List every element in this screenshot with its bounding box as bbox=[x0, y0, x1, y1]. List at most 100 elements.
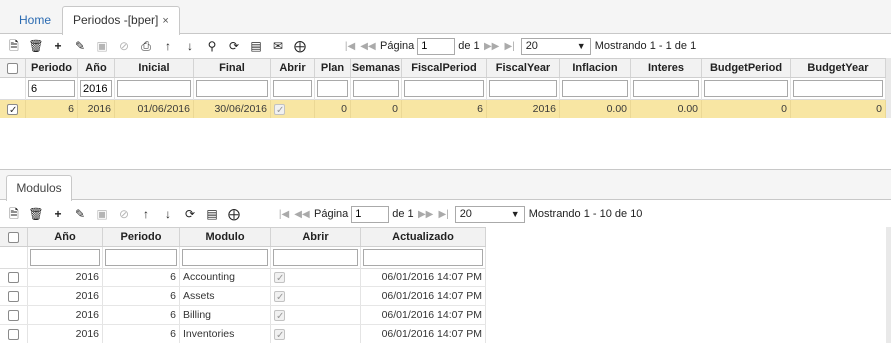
periodos-grid-empty-area bbox=[0, 118, 891, 169]
more-icon[interactable]: ⨁ bbox=[289, 35, 311, 57]
save-icon[interactable]: ▣ bbox=[91, 203, 113, 225]
cell-abrir-checkbox bbox=[274, 308, 285, 324]
modulos-filter-row bbox=[0, 247, 486, 269]
prev-page-icon[interactable]: ◀◀ bbox=[359, 41, 377, 52]
edit-icon[interactable]: ✎ bbox=[69, 35, 91, 57]
column-fiscal-year[interactable]: FiscalYear bbox=[487, 59, 560, 77]
table-row-selected[interactable]: 6 2016 01/06/2016 30/06/2016 0 0 6 2016 … bbox=[0, 100, 886, 119]
last-page-icon[interactable]: ▶| bbox=[501, 41, 519, 52]
cell-anio: 2016 bbox=[28, 325, 103, 343]
email-icon[interactable]: ✉ bbox=[267, 35, 289, 57]
select-all-column[interactable] bbox=[0, 228, 28, 246]
row-select-checkbox[interactable] bbox=[8, 309, 19, 321]
filter-interes[interactable] bbox=[633, 80, 699, 97]
row-select-checkbox[interactable] bbox=[7, 102, 18, 118]
refresh-icon[interactable]: ⟳ bbox=[179, 203, 201, 225]
cancel-icon[interactable]: ⊘ bbox=[113, 203, 135, 225]
column-budget-period[interactable]: BudgetPeriod bbox=[702, 59, 791, 77]
column-interes[interactable]: Interes bbox=[631, 59, 702, 77]
tab-modulos[interactable]: Modulos bbox=[6, 175, 72, 201]
new-document-icon[interactable]: 🗎 bbox=[3, 203, 25, 225]
column-modulo[interactable]: Modulo bbox=[180, 228, 271, 246]
last-page-icon[interactable]: ▶| bbox=[435, 209, 453, 220]
page-of-label: de 1 bbox=[392, 208, 414, 220]
delete-icon[interactable]: 🗑 bbox=[25, 203, 47, 225]
page-size-value: 20 bbox=[459, 208, 472, 220]
column-fiscal-period[interactable]: FiscalPeriod bbox=[402, 59, 487, 77]
filter-inflacion[interactable] bbox=[562, 80, 628, 97]
page-input[interactable] bbox=[351, 205, 390, 223]
search-icon[interactable]: ⚲ bbox=[201, 35, 223, 57]
filter-semanas[interactable] bbox=[353, 80, 399, 97]
move-up-icon[interactable]: ↑ bbox=[157, 35, 179, 57]
edit-icon[interactable]: ✎ bbox=[69, 203, 91, 225]
refresh-icon[interactable]: ⟳ bbox=[223, 35, 245, 57]
comment-icon[interactable]: ▤ bbox=[201, 203, 223, 225]
column-plan[interactable]: Plan bbox=[315, 59, 351, 77]
row-select-checkbox[interactable] bbox=[8, 290, 19, 302]
print-icon[interactable]: ⎙ bbox=[135, 35, 157, 57]
filter-abrir[interactable] bbox=[273, 80, 312, 97]
tab-periodos[interactable]: Periodos -[bper] × bbox=[62, 6, 180, 35]
filter-inicial[interactable] bbox=[117, 80, 191, 97]
column-inflacion[interactable]: Inflacion bbox=[560, 59, 631, 77]
table-row[interactable]: 2016 6 Billing 06/01/2016 14:07 PM bbox=[0, 306, 486, 325]
more-icon[interactable]: ⨁ bbox=[223, 203, 245, 225]
column-semanas[interactable]: Semanas bbox=[351, 59, 402, 77]
cell-semanas: 0 bbox=[351, 100, 402, 118]
filter-budget-period[interactable] bbox=[704, 80, 788, 97]
column-periodo[interactable]: Periodo bbox=[103, 228, 180, 246]
add-icon[interactable]: + bbox=[47, 35, 69, 57]
filter-actualizado[interactable] bbox=[363, 249, 483, 266]
column-anio[interactable]: Año bbox=[78, 59, 115, 77]
table-row[interactable]: 2016 6 Assets 06/01/2016 14:07 PM bbox=[0, 287, 486, 306]
move-down-icon[interactable]: ↓ bbox=[157, 203, 179, 225]
filter-final[interactable] bbox=[196, 80, 268, 97]
prev-page-icon[interactable]: ◀◀ bbox=[293, 209, 311, 220]
table-row[interactable]: 2016 6 Inventories 06/01/2016 14:07 PM bbox=[0, 325, 486, 343]
first-page-icon[interactable]: |◀ bbox=[341, 41, 359, 52]
move-up-icon[interactable]: ↑ bbox=[135, 203, 157, 225]
first-page-icon[interactable]: |◀ bbox=[275, 209, 293, 220]
next-page-icon[interactable]: ▶▶ bbox=[417, 209, 435, 220]
new-document-icon[interactable]: 🗎 bbox=[3, 35, 25, 57]
cancel-icon[interactable]: ⊘ bbox=[113, 35, 135, 57]
column-budget-year[interactable]: BudgetYear bbox=[791, 59, 886, 77]
column-final[interactable]: Final bbox=[194, 59, 271, 77]
column-abrir[interactable]: Abrir bbox=[271, 228, 361, 246]
filter-anio[interactable] bbox=[30, 249, 100, 266]
select-all-column[interactable] bbox=[0, 59, 26, 77]
table-row[interactable]: 2016 6 Accounting 06/01/2016 14:07 PM bbox=[0, 268, 486, 287]
comment-icon[interactable]: ▤ bbox=[245, 35, 267, 57]
column-actualizado[interactable]: Actualizado bbox=[361, 228, 486, 246]
page-size-select[interactable]: 20 ▼ bbox=[520, 37, 591, 55]
row-select-checkbox[interactable] bbox=[8, 271, 19, 283]
column-anio[interactable]: Año bbox=[28, 228, 103, 246]
save-icon[interactable]: ▣ bbox=[91, 35, 113, 57]
close-icon[interactable]: × bbox=[162, 15, 168, 27]
cell-abrir-checkbox bbox=[274, 270, 285, 286]
delete-icon[interactable]: 🗑 bbox=[25, 35, 47, 57]
filter-anio[interactable] bbox=[80, 80, 112, 97]
filter-fiscal-year[interactable] bbox=[489, 80, 557, 97]
filter-plan[interactable] bbox=[317, 80, 348, 97]
select-all-checkbox[interactable] bbox=[7, 62, 18, 74]
filter-fiscal-period[interactable] bbox=[404, 80, 484, 97]
filter-budget-year[interactable] bbox=[793, 80, 883, 97]
next-page-icon[interactable]: ▶▶ bbox=[483, 41, 501, 52]
page-size-select[interactable]: 20 ▼ bbox=[454, 205, 525, 223]
filter-abrir[interactable] bbox=[273, 249, 358, 266]
column-inicial[interactable]: Inicial bbox=[115, 59, 194, 77]
tab-home[interactable]: Home bbox=[8, 6, 58, 34]
select-all-checkbox[interactable] bbox=[8, 231, 19, 243]
add-icon[interactable]: + bbox=[47, 203, 69, 225]
move-down-icon[interactable]: ↓ bbox=[179, 35, 201, 57]
row-select-checkbox[interactable] bbox=[8, 328, 19, 340]
column-abrir[interactable]: Abrir bbox=[271, 59, 315, 77]
modulos-scrollbar[interactable] bbox=[886, 227, 891, 343]
filter-modulo[interactable] bbox=[182, 249, 268, 266]
filter-periodo[interactable] bbox=[105, 249, 177, 266]
column-periodo[interactable]: Periodo bbox=[26, 59, 78, 77]
filter-periodo[interactable] bbox=[28, 80, 75, 97]
page-input[interactable] bbox=[417, 37, 456, 55]
